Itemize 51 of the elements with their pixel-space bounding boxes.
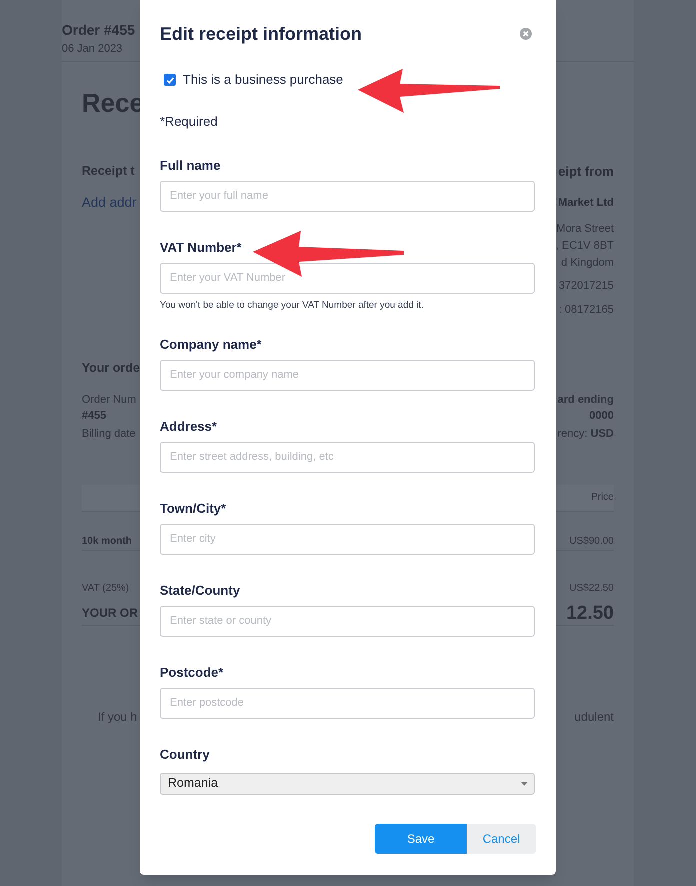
caret-icon [521, 782, 528, 786]
field-label: Country [160, 746, 210, 762]
field-hint: You won't be able to change your VAT Number after you add it. [160, 300, 424, 312]
input-field[interactable]: Enter state or county [160, 606, 535, 636]
page-text: d Kingdom [561, 258, 614, 268]
page-text: udulent [574, 711, 614, 723]
required-note: *Required [160, 113, 218, 131]
input-field[interactable]: Enter street address, building, etc [160, 442, 535, 472]
page-text: Price [591, 492, 614, 502]
field-label: Town/City* [160, 500, 226, 516]
page-text: US$90.00 [570, 537, 614, 547]
page-text: 372017215 [558, 280, 614, 292]
page-text: 12.50 [566, 604, 614, 622]
field-label: Company name* [160, 336, 262, 352]
add-address-link[interactable]: Add addr [82, 196, 137, 210]
page-text: : 08172165 [558, 304, 614, 316]
input-field[interactable]: Enter your company name [160, 360, 535, 390]
field-label: VAT Number* [160, 240, 242, 256]
field-label: Address* [160, 418, 218, 434]
field-label: State/County [160, 582, 240, 598]
order-date: 06 Jan 2023 [62, 42, 123, 56]
close-icon[interactable] [520, 28, 532, 40]
field-label: Postcode* [160, 664, 224, 680]
page-text: Receipt t [82, 164, 135, 178]
page-text: Market Ltd [558, 198, 614, 208]
page-text: VAT (25%) [82, 584, 130, 594]
business-purchase-label: This is a business purchase [183, 71, 344, 90]
input-field[interactable]: Enter city [160, 524, 535, 554]
page-text: Order Num [82, 394, 136, 406]
input-field[interactable]: Enter your VAT Number [160, 262, 535, 294]
page-text: US$22.50 [570, 584, 614, 594]
page-text: 0000 [590, 410, 614, 422]
page-text: ard ending [558, 394, 614, 406]
country-select[interactable]: Romania [160, 772, 535, 794]
page-text: Your orde [82, 362, 140, 374]
page-text: Billing date [82, 428, 136, 440]
page-text: rency: USD [558, 428, 614, 440]
page-text: Mora Street [556, 224, 614, 234]
page-text: eipt from [558, 164, 614, 178]
page-text: YOUR OR [82, 607, 138, 619]
cancel-button[interactable]: Cancel [467, 824, 536, 854]
input-field[interactable]: Enter your full name [160, 180, 535, 212]
page-text: #455 [82, 410, 106, 422]
input-field[interactable]: Enter postcode [160, 688, 535, 718]
save-button[interactable]: Save [375, 824, 467, 854]
page-text: 10k month [82, 537, 132, 547]
page-text: , EC1V 8BT [556, 240, 614, 252]
business-checkbox[interactable] [164, 74, 176, 86]
field-label: Full name [160, 158, 221, 174]
order-title: Order #455 [62, 21, 136, 39]
dialog-title: Edit receipt information [160, 22, 362, 46]
